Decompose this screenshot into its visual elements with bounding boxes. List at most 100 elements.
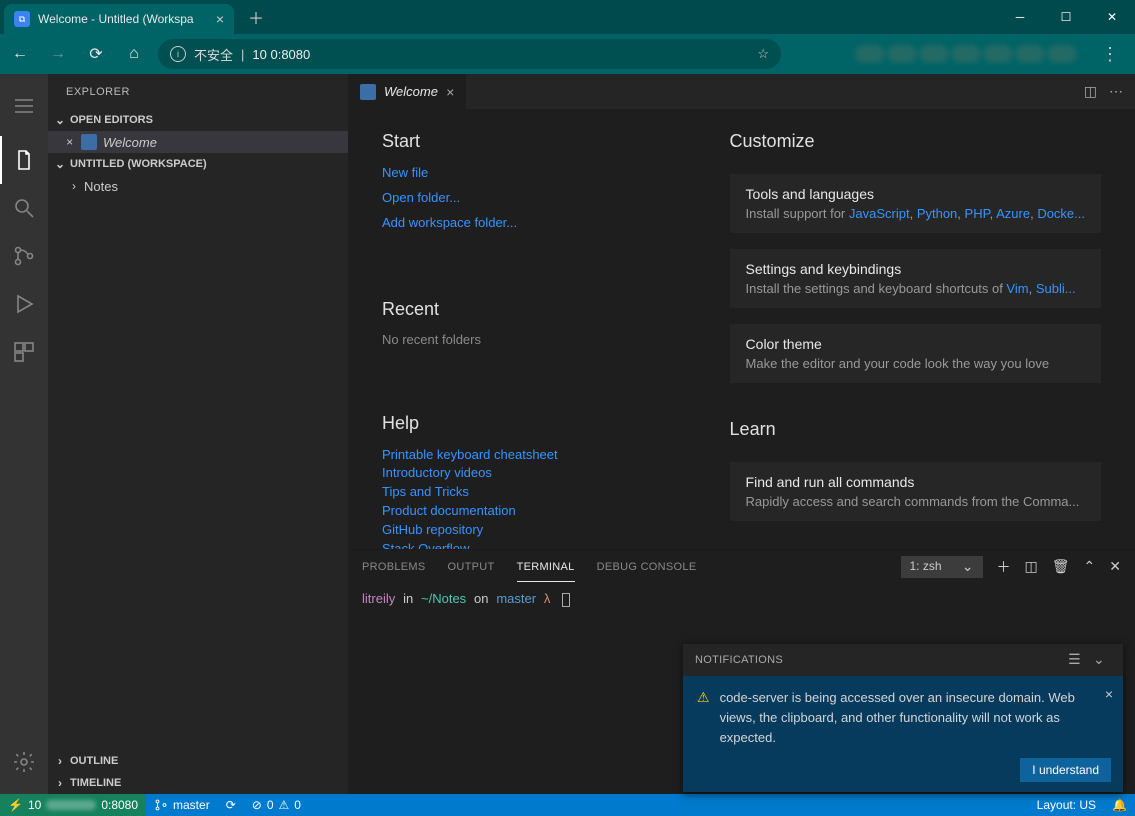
sidebar: EXPLORER ⌄OPEN EDITORS × Welcome ⌄UNTITL… xyxy=(48,74,348,794)
extension-icon[interactable] xyxy=(887,45,917,63)
sync-button[interactable]: ⟳ xyxy=(218,794,244,816)
help-heading: Help xyxy=(382,413,700,434)
inline-link[interactable]: PHP xyxy=(965,206,990,221)
extension-icon[interactable] xyxy=(919,45,949,63)
inline-link[interactable]: Subli... xyxy=(1036,281,1076,296)
extension-icon[interactable] xyxy=(951,45,981,63)
new-terminal-icon[interactable]: ＋ xyxy=(997,557,1011,577)
debug-icon[interactable] xyxy=(0,280,48,328)
inline-link[interactable]: JavaScript xyxy=(849,206,910,221)
open-editor-welcome[interactable]: × Welcome xyxy=(48,131,348,153)
panel-tab-output[interactable]: OUTPUT xyxy=(448,553,495,581)
panel-tab-problems[interactable]: PROBLEMS xyxy=(362,553,426,581)
close-icon[interactable]: × xyxy=(66,135,73,149)
help-link[interactable]: Printable keyboard cheatsheet xyxy=(382,446,700,465)
explorer-icon[interactable] xyxy=(0,136,48,184)
kill-terminal-icon[interactable]: 🗑 xyxy=(1052,558,1070,575)
terminal-select[interactable]: 1: zsh xyxy=(901,556,983,578)
bell-icon[interactable]: 🔔 xyxy=(1104,794,1135,816)
card-find-commands[interactable]: Find and run all commands Rapidly access… xyxy=(730,462,1101,521)
learn-heading: Learn xyxy=(730,419,1101,440)
inline-link[interactable]: Azure xyxy=(996,206,1030,221)
chevron-down-icon: ⌄ xyxy=(52,113,68,127)
outline-section[interactable]: ›OUTLINE xyxy=(48,750,348,772)
extension-icon[interactable] xyxy=(1047,45,1077,63)
tab-welcome[interactable]: Welcome × xyxy=(348,74,467,109)
source-control-icon[interactable] xyxy=(0,232,48,280)
window-close-button[interactable]: ✕ xyxy=(1089,0,1135,34)
inline-link[interactable]: Docke... xyxy=(1037,206,1085,221)
status-bar: ⚡100:8080 master ⟳ ⊘0⚠0 Layout: US 🔔 xyxy=(0,794,1135,816)
window-maximize-button[interactable]: ☐ xyxy=(1043,0,1089,34)
extension-icon[interactable] xyxy=(1015,45,1045,63)
inline-link[interactable]: Python xyxy=(917,206,957,221)
browser-tab[interactable]: ⧉ Welcome - Untitled (Workspa × xyxy=(4,4,234,34)
card-tools-languages[interactable]: Tools and languages Install support for … xyxy=(730,174,1101,233)
extensions-area xyxy=(791,45,1081,63)
i-understand-button[interactable]: I understand xyxy=(1020,758,1111,782)
help-link[interactable]: GitHub repository xyxy=(382,521,700,540)
address-bar[interactable]: i 不安全 | 10 0:8080 ☆ xyxy=(158,39,781,69)
chevron-right-icon: › xyxy=(66,179,82,193)
card-color-theme[interactable]: Color theme Make the editor and your cod… xyxy=(730,324,1101,383)
activity-bar xyxy=(0,74,48,794)
notification-item: ⚠ code-server is being accessed over an … xyxy=(683,676,1123,792)
open-folder-link[interactable]: Open folder... xyxy=(382,189,700,208)
extension-icon[interactable] xyxy=(983,45,1013,63)
close-icon[interactable]: × xyxy=(446,84,454,100)
help-link[interactable]: Stack Overflow xyxy=(382,540,700,549)
inline-link[interactable]: Vim xyxy=(1006,281,1028,296)
site-info-icon[interactable]: i xyxy=(170,46,186,62)
open-editors-section[interactable]: ⌄OPEN EDITORS xyxy=(48,109,348,131)
workspace-section[interactable]: ⌄UNTITLED (WORKSPACE) xyxy=(48,153,348,175)
welcome-page: Start New file Open folder... Add worksp… xyxy=(348,109,1135,549)
remote-indicator[interactable]: ⚡100:8080 xyxy=(0,794,146,816)
window-minimize-button[interactable]: ─ xyxy=(997,0,1043,34)
split-editor-icon[interactable]: ◫ xyxy=(1084,83,1097,100)
forward-button[interactable]: → xyxy=(44,40,72,68)
more-actions-icon[interactable]: ⋯ xyxy=(1109,83,1123,100)
browser-menu-icon[interactable]: ⋮ xyxy=(1091,44,1129,65)
browser-titlebar: ⧉ Welcome - Untitled (Workspa × ＋ ─ ☐ ✕ xyxy=(0,0,1135,34)
add-workspace-link[interactable]: Add workspace folder... xyxy=(382,214,700,233)
problems-status[interactable]: ⊘0⚠0 xyxy=(244,794,309,816)
close-icon[interactable]: × xyxy=(1105,686,1113,702)
menu-icon[interactable] xyxy=(0,82,48,130)
panel-tabs: PROBLEMS OUTPUT TERMINAL DEBUG CONSOLE 1: z… xyxy=(348,550,1135,583)
new-file-link[interactable]: New file xyxy=(382,164,700,183)
no-recent-text: No recent folders xyxy=(382,332,700,347)
warning-icon: ⚠ xyxy=(697,689,710,748)
new-tab-button[interactable]: ＋ xyxy=(234,5,278,29)
extension-icon[interactable] xyxy=(855,45,885,63)
tab-close-icon[interactable]: × xyxy=(216,11,224,27)
folder-notes[interactable]: ›Notes xyxy=(48,175,348,197)
close-panel-icon[interactable]: ✕ xyxy=(1109,558,1121,575)
help-link[interactable]: Introductory videos xyxy=(382,464,700,483)
gear-icon[interactable] xyxy=(0,738,48,786)
collapse-notifications-icon[interactable]: ⌄ xyxy=(1087,651,1111,668)
layout-status[interactable]: Layout: US xyxy=(1029,794,1104,816)
browser-toolbar: ← → ⟳ ⌂ i 不安全 | 10 0:8080 ☆ ⋮ xyxy=(0,34,1135,74)
bookmark-icon[interactable]: ☆ xyxy=(757,46,769,62)
back-button[interactable]: ← xyxy=(6,40,34,68)
search-icon[interactable] xyxy=(0,184,48,232)
panel-tab-terminal[interactable]: TERMINAL xyxy=(517,553,575,582)
home-button[interactable]: ⌂ xyxy=(120,40,148,68)
favicon-icon: ⧉ xyxy=(14,11,30,27)
maximize-panel-icon[interactable]: ⌃ xyxy=(1084,558,1096,575)
timeline-section[interactable]: ›TIMELINE xyxy=(48,772,348,794)
git-branch[interactable]: master xyxy=(146,794,218,816)
clear-notifications-icon[interactable]: ☰ xyxy=(1062,651,1087,668)
notifications-title: NOTIFICATIONS xyxy=(695,654,783,666)
card-settings-keybindings[interactable]: Settings and keybindings Install the set… xyxy=(730,249,1101,308)
extensions-icon[interactable] xyxy=(0,328,48,376)
tab-title: Welcome - Untitled (Workspa xyxy=(38,12,208,26)
help-link[interactable]: Tips and Tricks xyxy=(382,483,700,502)
panel-tab-debug console[interactable]: DEBUG CONSOLE xyxy=(597,553,697,581)
split-terminal-icon[interactable]: ◫ xyxy=(1025,558,1038,575)
sidebar-title: EXPLORER xyxy=(48,74,348,109)
reload-button[interactable]: ⟳ xyxy=(82,40,110,68)
help-link[interactable]: Product documentation xyxy=(382,502,700,521)
customize-heading: Customize xyxy=(730,131,1101,152)
cursor-icon xyxy=(562,593,570,607)
